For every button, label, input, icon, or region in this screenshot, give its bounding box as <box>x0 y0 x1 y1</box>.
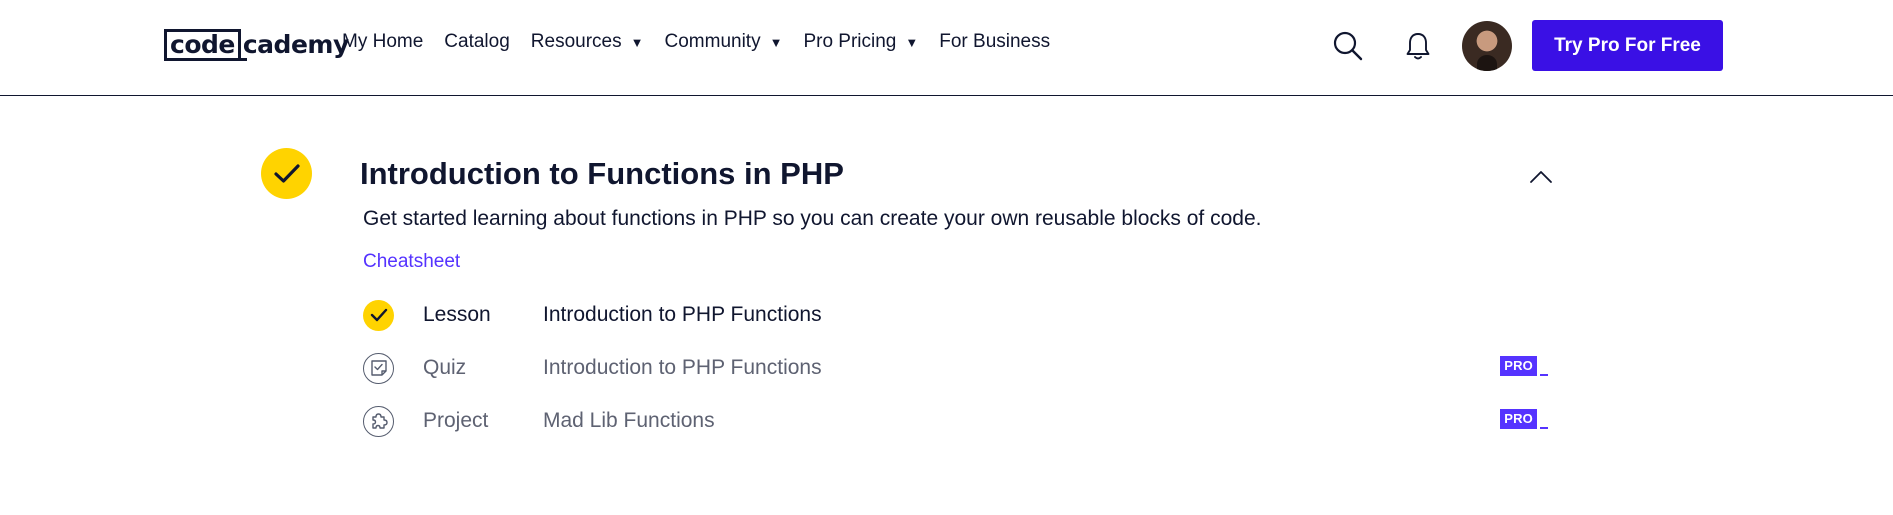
quiz-icon <box>363 352 394 384</box>
pro-badge-cursor <box>1540 426 1548 429</box>
codecademy-logo[interactable]: code cademy <box>164 27 349 61</box>
module-item-lesson[interactable]: Lesson Introduction to PHP Functions <box>363 298 1548 332</box>
bell-icon <box>1406 32 1430 59</box>
item-name-label: Introduction to PHP Functions <box>543 303 822 326</box>
nav-for-business-label: For Business <box>939 31 1051 52</box>
notifications-button[interactable] <box>1396 24 1440 68</box>
nav-pro-pricing[interactable]: Pro Pricing ▼ <box>803 31 918 53</box>
module-item-quiz[interactable]: Quiz Introduction to PHP Functions PRO <box>363 351 1548 385</box>
nav-catalog-label: Catalog <box>444 31 510 52</box>
nav-my-home[interactable]: My Home <box>342 31 423 53</box>
pro-badge: PRO <box>1500 409 1548 429</box>
module-complete-badge <box>261 148 312 199</box>
pro-badge: PRO <box>1500 356 1548 376</box>
nav-community[interactable]: Community ▼ <box>665 31 783 53</box>
module-title: Introduction to Functions in PHP <box>360 156 844 191</box>
nav-my-home-label: My Home <box>342 31 424 52</box>
search-button[interactable] <box>1326 24 1370 68</box>
pro-badge-label: PRO <box>1500 356 1537 376</box>
item-name-label: Introduction to PHP Functions <box>543 356 822 379</box>
caret-down-icon: ▼ <box>905 34 919 50</box>
item-type-label: Project <box>423 409 489 432</box>
checkmark-icon <box>273 163 300 183</box>
caret-down-icon: ▼ <box>630 34 644 50</box>
pro-badge-cursor <box>1540 373 1548 376</box>
logo-text: cademy <box>242 30 349 59</box>
header-actions: Try Pro For Free <box>1326 20 1723 71</box>
top-navbar: code cademy My Home Catalog Resources ▼ … <box>0 0 1893 96</box>
item-type-label: Lesson <box>423 303 491 326</box>
module-description: Get started learning about functions in … <box>363 207 1262 230</box>
module-item-project[interactable]: Project Mad Lib Functions PRO <box>363 404 1548 438</box>
pro-badge-label: PRO <box>1500 409 1537 429</box>
nav-resources[interactable]: Resources ▼ <box>531 31 644 53</box>
chevron-up-icon <box>1530 171 1552 183</box>
search-icon <box>1333 31 1363 60</box>
nav-for-business[interactable]: For Business <box>939 31 1050 53</box>
logo-boxed-text: code <box>164 29 247 61</box>
nav-catalog[interactable]: Catalog <box>444 31 510 53</box>
nav-resources-label: Resources <box>530 31 622 52</box>
nav-community-label: Community <box>664 31 761 52</box>
main-nav: My Home Catalog Resources ▼ Community ▼ … <box>342 31 1071 53</box>
puzzle-icon <box>363 405 394 437</box>
cheatsheet-link[interactable]: Cheatsheet <box>363 251 460 273</box>
try-pro-button[interactable]: Try Pro For Free <box>1532 20 1723 71</box>
completed-check-icon <box>363 299 394 331</box>
item-type-label: Quiz <box>423 356 467 379</box>
collapse-module-button[interactable] <box>1528 164 1554 190</box>
item-name-label: Mad Lib Functions <box>543 409 715 432</box>
caret-down-icon: ▼ <box>769 34 783 50</box>
nav-pro-pricing-label: Pro Pricing <box>803 31 897 52</box>
user-avatar[interactable] <box>1462 20 1512 71</box>
